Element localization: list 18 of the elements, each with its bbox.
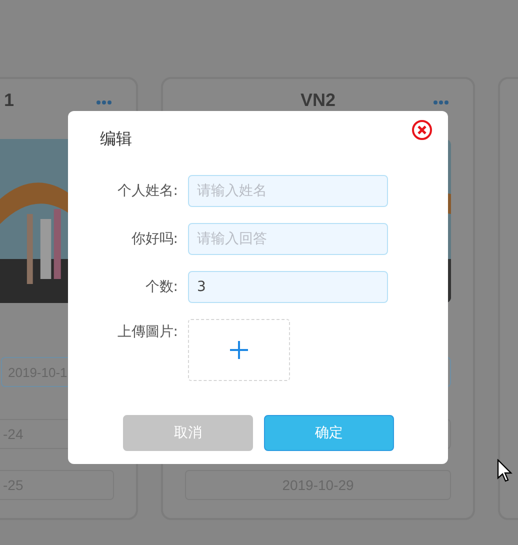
field-label: 个数:: [144, 278, 179, 296]
cancel-button[interactable]: 取消: [123, 415, 253, 451]
close-icon[interactable]: [411, 119, 433, 141]
text-input[interactable]: 3: [188, 271, 388, 303]
text-input[interactable]: 请输入姓名: [188, 175, 388, 207]
confirm-button[interactable]: 确定: [264, 415, 394, 451]
more-icon[interactable]: [96, 100, 112, 105]
dialog-title: 编辑: [100, 129, 132, 150]
card-title: 1: [4, 91, 14, 109]
cursor-icon: [497, 459, 513, 483]
field-label: 上傳圖片:: [116, 323, 179, 341]
more-icon[interactable]: [433, 100, 449, 105]
field-label: 个人姓名:: [116, 182, 179, 200]
text-input[interactable]: 请输入回答: [188, 223, 388, 255]
card-title: VN2: [300, 91, 336, 109]
plus-icon: [229, 340, 249, 360]
field-label: 你好吗:: [130, 230, 179, 248]
upload-area[interactable]: [188, 319, 290, 381]
